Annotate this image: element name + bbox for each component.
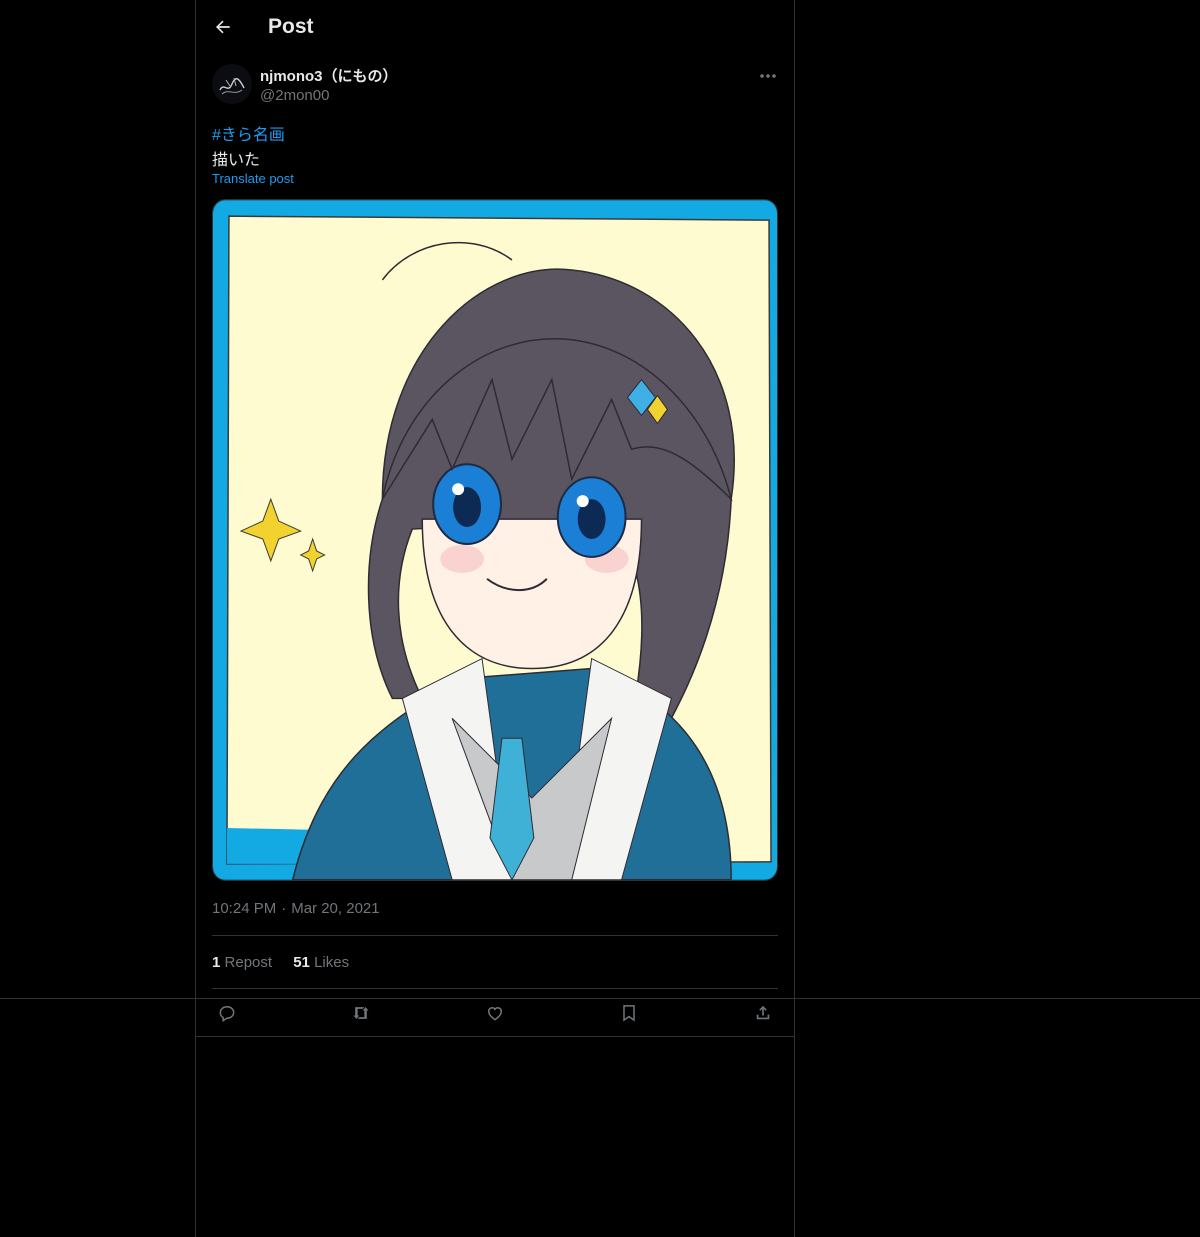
avatar-image (212, 64, 252, 104)
like-icon (488, 1007, 502, 1021)
right-column-border (794, 0, 795, 1237)
divider (212, 988, 778, 989)
page-header: Post (196, 0, 794, 54)
post-stats: 1 Repost 51 Likes (212, 954, 366, 971)
meta-separator: · (281, 900, 287, 917)
post-actions-bar (212, 1000, 778, 1026)
post-text: 描いた (212, 152, 261, 169)
divider (196, 1036, 794, 1037)
post-hashtag-link[interactable]: #きら名画 (212, 121, 285, 145)
back-arrow-icon (216, 20, 230, 34)
more-icon (760, 74, 776, 78)
back-button[interactable] (208, 12, 238, 42)
post-image[interactable] (212, 199, 778, 881)
likes-stat[interactable]: 51 Likes (293, 954, 349, 971)
bookmark-button[interactable] (614, 1000, 644, 1026)
repost-icon (353, 1007, 369, 1019)
more-options-button[interactable] (756, 66, 780, 86)
likes-label: Likes (314, 954, 350, 971)
left-column-border (195, 0, 196, 1237)
post-time: 10:24 PM (212, 900, 277, 917)
page-title: Post (268, 15, 314, 38)
repost-button[interactable] (346, 1000, 376, 1026)
reply-icon (219, 1006, 235, 1023)
reposts-count: 1 (212, 954, 221, 971)
reposts-stat[interactable]: 1 Repost (212, 954, 272, 971)
share-icon (756, 1005, 770, 1020)
share-button[interactable] (748, 1000, 778, 1026)
anime-illustration (213, 200, 777, 880)
reposts-label: Repost (224, 954, 273, 971)
translate-post-link[interactable]: Translate post (212, 171, 294, 186)
page-crossline (0, 998, 1200, 999)
author-handle[interactable]: @2mon00 (260, 87, 329, 104)
post-date: Mar 20, 2021 (291, 900, 380, 917)
author-display-name[interactable]: njmono3（にもの） (260, 65, 398, 86)
bookmark-icon (623, 1005, 635, 1022)
avatar[interactable] (212, 64, 252, 104)
divider (212, 935, 778, 936)
likes-count: 51 (293, 954, 310, 971)
like-button[interactable] (480, 1000, 510, 1026)
post-timestamp[interactable]: 10:24 PM · Mar 20, 2021 (212, 900, 380, 917)
reply-button[interactable] (212, 1000, 242, 1026)
